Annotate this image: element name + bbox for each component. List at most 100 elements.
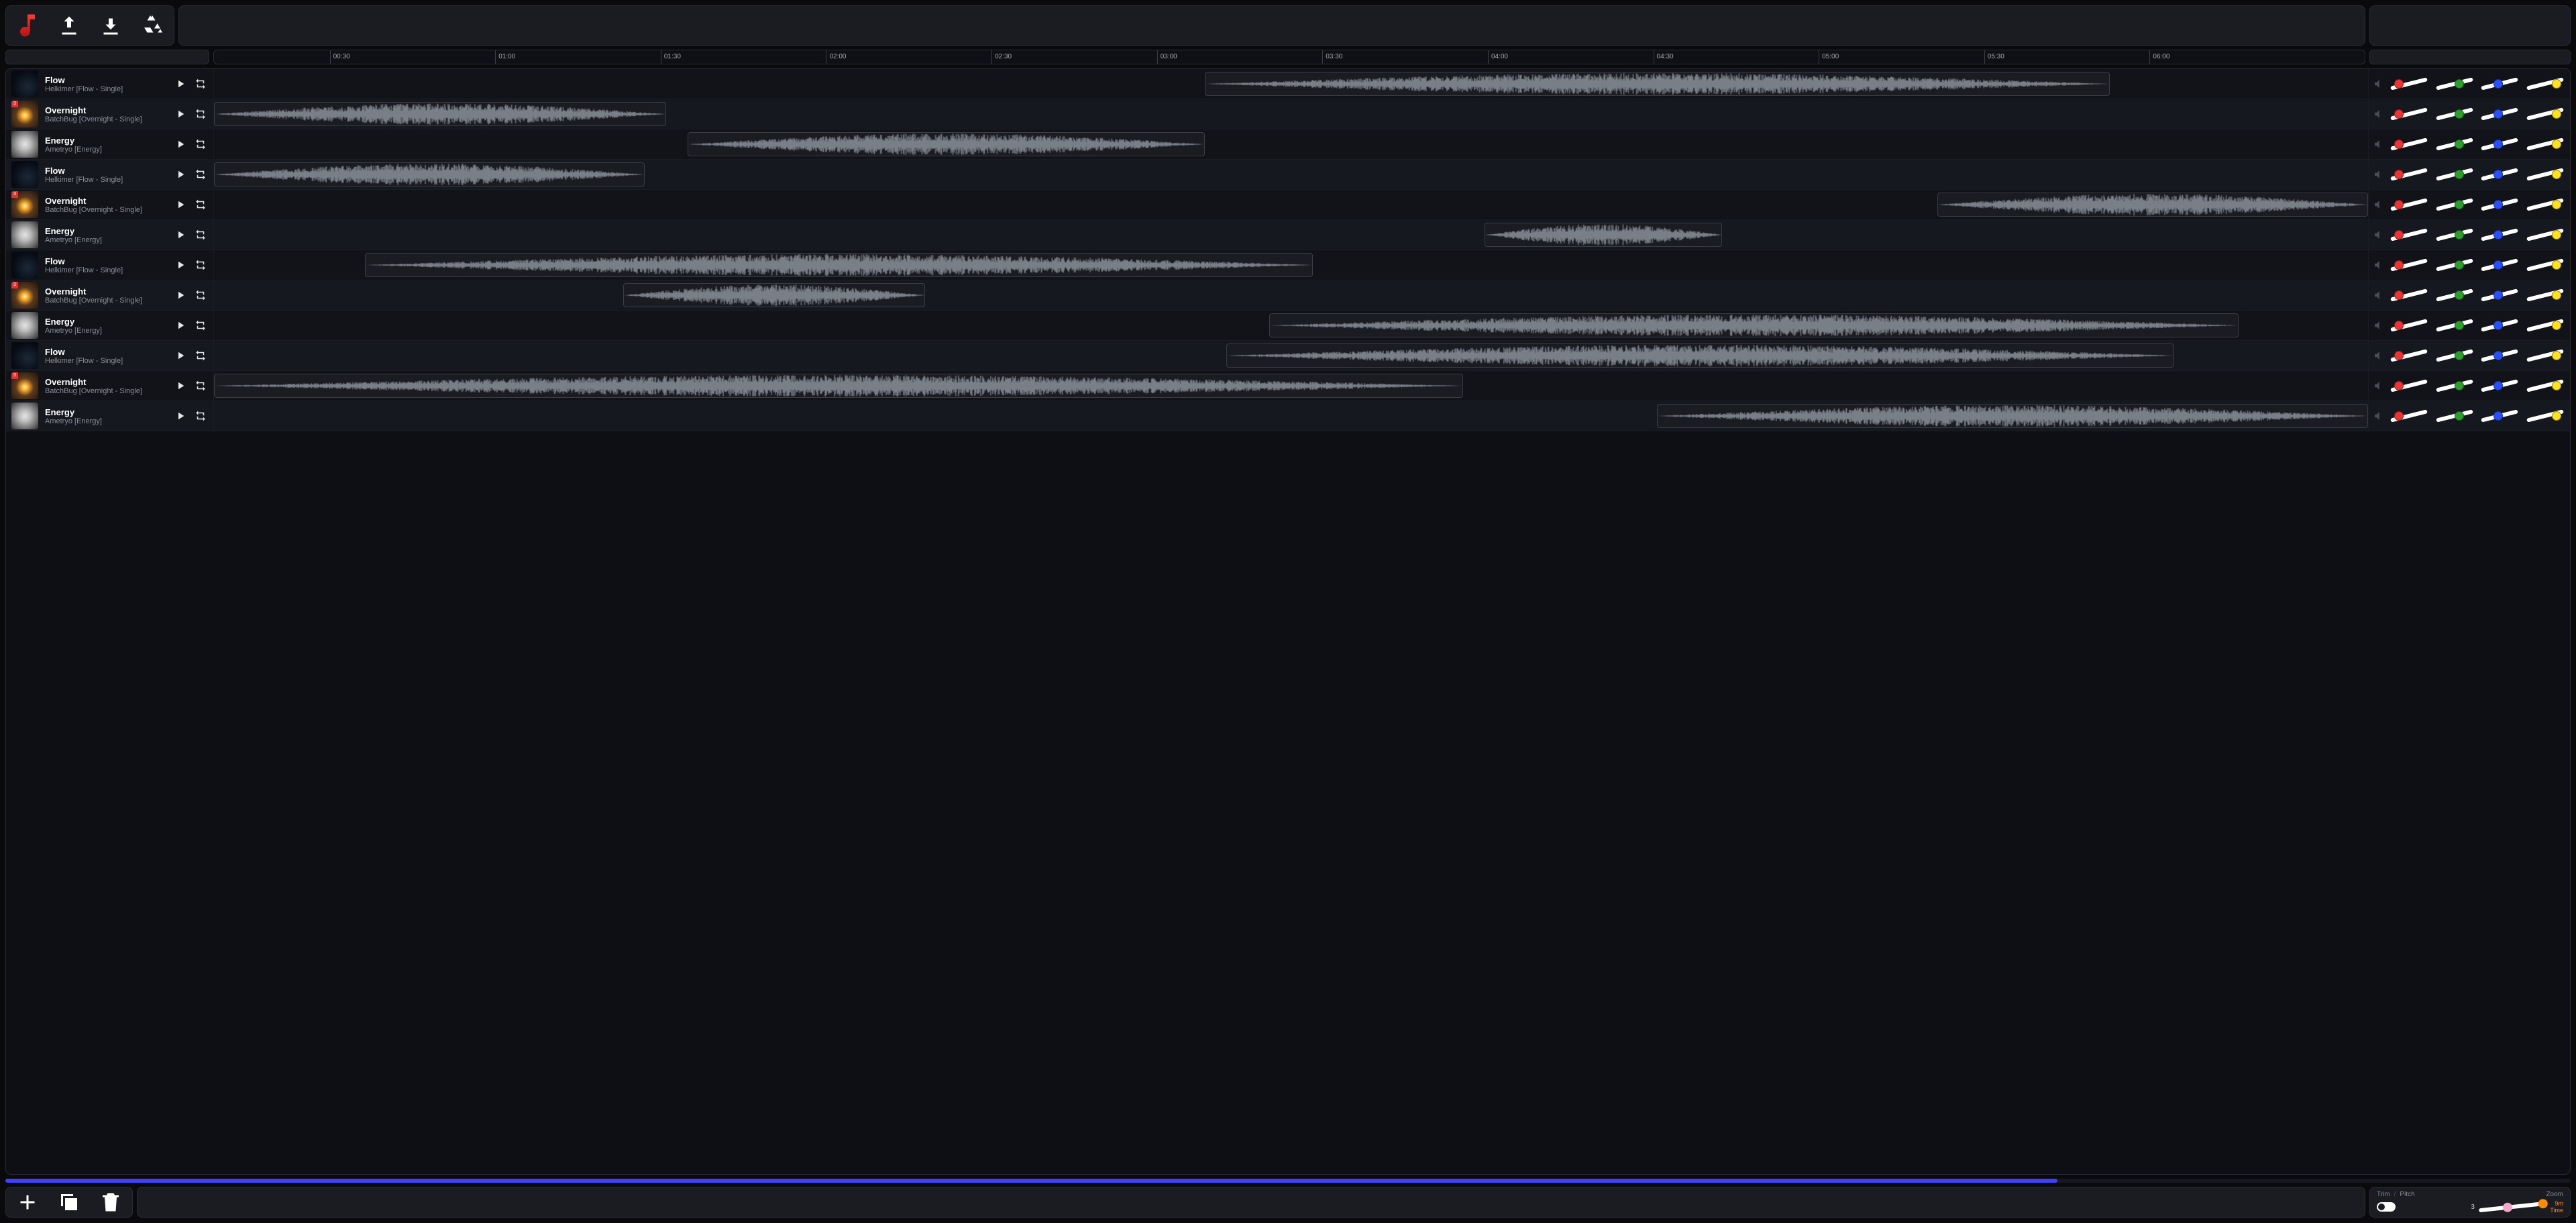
audio-clip[interactable] [623, 283, 925, 307]
yellow-slider[interactable] [2524, 195, 2567, 214]
app-logo-icon[interactable] [13, 11, 42, 40]
green-slider[interactable] [2433, 376, 2476, 395]
audio-clip[interactable] [1205, 72, 2110, 96]
mute-button[interactable] [2373, 289, 2385, 301]
track-lane[interactable] [214, 220, 2369, 250]
yellow-slider[interactable] [2524, 316, 2567, 335]
blue-slider[interactable] [2478, 286, 2521, 305]
audio-clip[interactable] [1657, 404, 2368, 428]
green-slider[interactable] [2433, 286, 2476, 305]
audio-clip[interactable] [1485, 223, 1721, 247]
green-slider[interactable] [2433, 165, 2476, 184]
audio-clip[interactable] [1937, 193, 2368, 217]
blue-slider[interactable] [2478, 195, 2521, 214]
mute-button[interactable] [2373, 108, 2385, 120]
green-slider[interactable] [2433, 407, 2476, 425]
play-button[interactable] [173, 197, 188, 212]
play-button[interactable] [173, 409, 188, 423]
mute-button[interactable] [2373, 350, 2385, 362]
mute-button[interactable] [2373, 229, 2385, 241]
loop-button[interactable] [193, 76, 208, 91]
play-button[interactable] [173, 137, 188, 152]
loop-button[interactable] [193, 137, 208, 152]
yellow-slider[interactable] [2524, 74, 2567, 93]
yellow-slider[interactable] [2524, 346, 2567, 365]
mute-button[interactable] [2373, 259, 2385, 271]
track-lane[interactable] [214, 69, 2369, 99]
red-slider[interactable] [2387, 225, 2430, 244]
mute-button[interactable] [2373, 168, 2385, 180]
green-slider[interactable] [2433, 256, 2476, 274]
yellow-slider[interactable] [2524, 105, 2567, 123]
track-lane[interactable] [214, 129, 2369, 159]
loop-button[interactable] [193, 197, 208, 212]
yellow-slider[interactable] [2524, 407, 2567, 425]
red-slider[interactable] [2387, 165, 2430, 184]
delete-button[interactable] [96, 1187, 125, 1217]
timeline-ruler[interactable]: 00:3001:0001:3002:0002:3003:0003:3004:00… [213, 50, 2365, 64]
green-slider[interactable] [2433, 105, 2476, 123]
audio-clip[interactable] [688, 132, 1205, 156]
mute-button[interactable] [2373, 319, 2385, 331]
yellow-slider[interactable] [2524, 286, 2567, 305]
audio-clip[interactable] [214, 162, 645, 187]
play-button[interactable] [173, 167, 188, 182]
loop-button[interactable] [193, 348, 208, 363]
loop-button[interactable] [193, 318, 208, 333]
loop-button[interactable] [193, 167, 208, 182]
blue-slider[interactable] [2478, 165, 2521, 184]
track-lane[interactable] [214, 371, 2369, 401]
blue-slider[interactable] [2478, 225, 2521, 244]
duplicate-button[interactable] [54, 1187, 84, 1217]
track-lane[interactable] [214, 99, 2369, 129]
add-track-button[interactable] [13, 1187, 42, 1217]
blue-slider[interactable] [2478, 316, 2521, 335]
loop-button[interactable] [193, 258, 208, 272]
loop-button[interactable] [193, 107, 208, 121]
track-lane[interactable] [214, 341, 2369, 370]
play-button[interactable] [173, 258, 188, 272]
red-slider[interactable] [2387, 286, 2430, 305]
audio-clip[interactable] [214, 102, 666, 126]
loop-button[interactable] [193, 378, 208, 393]
audio-clip[interactable] [365, 253, 1313, 277]
red-slider[interactable] [2387, 135, 2430, 154]
zoom-slider[interactable] [2479, 1202, 2546, 1212]
yellow-slider[interactable] [2524, 165, 2567, 184]
blue-slider[interactable] [2478, 346, 2521, 365]
audio-clip[interactable] [214, 374, 1463, 398]
track-lane[interactable] [214, 280, 2369, 310]
yellow-slider[interactable] [2524, 135, 2567, 154]
mute-button[interactable] [2373, 78, 2385, 90]
download-icon[interactable] [96, 11, 125, 40]
track-lane[interactable] [214, 190, 2369, 219]
blue-slider[interactable] [2478, 74, 2521, 93]
red-slider[interactable] [2387, 74, 2430, 93]
horizontal-scrollbar[interactable] [5, 1179, 2571, 1183]
play-button[interactable] [173, 288, 188, 303]
green-slider[interactable] [2433, 195, 2476, 214]
track-lane[interactable] [214, 160, 2369, 189]
yellow-slider[interactable] [2524, 225, 2567, 244]
yellow-slider[interactable] [2524, 256, 2567, 274]
red-slider[interactable] [2387, 316, 2430, 335]
red-slider[interactable] [2387, 195, 2430, 214]
track-lane[interactable] [214, 401, 2369, 431]
green-slider[interactable] [2433, 74, 2476, 93]
red-slider[interactable] [2387, 407, 2430, 425]
red-slider[interactable] [2387, 376, 2430, 395]
mute-button[interactable] [2373, 138, 2385, 150]
play-button[interactable] [173, 348, 188, 363]
mute-button[interactable] [2373, 410, 2385, 422]
play-button[interactable] [173, 318, 188, 333]
blue-slider[interactable] [2478, 376, 2521, 395]
play-button[interactable] [173, 76, 188, 91]
play-button[interactable] [173, 227, 188, 242]
loop-button[interactable] [193, 288, 208, 303]
blue-slider[interactable] [2478, 135, 2521, 154]
loop-button[interactable] [193, 227, 208, 242]
red-slider[interactable] [2387, 256, 2430, 274]
audio-clip[interactable] [1269, 313, 2239, 337]
upload-icon[interactable] [54, 11, 84, 40]
play-button[interactable] [173, 378, 188, 393]
